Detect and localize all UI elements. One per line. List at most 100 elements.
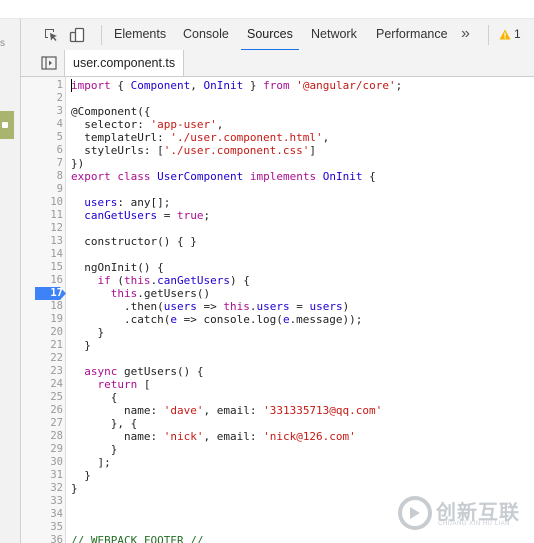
navigator-toggle-icon[interactable] — [41, 56, 57, 70]
code-text: }, { — [71, 417, 138, 430]
code-text: if (this.canGetUsers) { — [97, 274, 250, 287]
code-text: async getUsers() { — [84, 365, 204, 378]
line-number[interactable]: 16 — [21, 274, 63, 287]
device-toolbar-icon[interactable] — [69, 27, 85, 43]
line-number[interactable]: 4 — [21, 118, 63, 131]
code-line: 6 styleUrls: ['./user.component.css'] — [21, 144, 534, 157]
code-line: 17 this.getUsers() — [21, 287, 534, 300]
line-number[interactable]: 14 — [21, 248, 63, 261]
code-line: 30 ]; — [21, 456, 534, 469]
line-number[interactable]: 5 — [21, 131, 63, 144]
line-number[interactable]: 32 — [21, 482, 63, 495]
line-number[interactable]: 35 — [21, 521, 63, 534]
code-editor[interactable]: 1 import { Component, OnInit } from '@ang… — [21, 77, 534, 543]
code-line: 11 canGetUsers = true; — [21, 209, 534, 222]
line-number[interactable]: 34 — [21, 508, 63, 521]
code-line: 28 name: 'nick', email: 'nick@126.com' — [21, 430, 534, 443]
code-line: 8 export class UserComponent implements O… — [21, 170, 534, 183]
tab-console[interactable]: Console — [183, 19, 229, 50]
line-number[interactable]: 19 — [21, 313, 63, 326]
line-number[interactable]: 31 — [21, 469, 63, 482]
line-number[interactable]: 11 — [21, 209, 63, 222]
code-text: } — [71, 482, 78, 495]
line-number[interactable]: 25 — [21, 391, 63, 404]
line-number[interactable]: 2 — [21, 92, 63, 105]
inspect-element-icon[interactable] — [43, 27, 59, 43]
code-text: templateUrl: './user.component.html', — [71, 131, 330, 144]
more-tabs-button[interactable]: » — [461, 19, 470, 50]
line-number[interactable]: 20 — [21, 326, 63, 339]
line-number[interactable]: 17 — [21, 287, 63, 300]
line-number[interactable]: 29 — [21, 443, 63, 456]
line-number[interactable]: 7 — [21, 157, 63, 170]
text-cursor — [71, 79, 72, 92]
line-number[interactable]: 9 — [21, 183, 63, 196]
line-number[interactable]: 33 — [21, 495, 63, 508]
code-line: 12 — [21, 222, 534, 235]
code-line: 23 async getUsers() { — [21, 365, 534, 378]
line-number[interactable]: 12 — [21, 222, 63, 235]
line-number[interactable]: 18 — [21, 300, 63, 313]
page-left-text: s — [0, 38, 5, 49]
code-line: 26 name: 'dave', email: '331335713@qq.co… — [21, 404, 534, 417]
line-number[interactable]: 26 — [21, 404, 63, 417]
code-line: 15 ngOnInit() { — [21, 261, 534, 274]
code-line: 22 — [21, 352, 534, 365]
devtools-tabbar: Elements Console Sources Network Perform… — [21, 19, 534, 51]
code-text: } — [71, 443, 118, 456]
code-line: 9 — [21, 183, 534, 196]
code-line: 14 — [21, 248, 534, 261]
watermark-subtitle: CHUANG XIN HU LIAN — [438, 521, 511, 527]
line-number[interactable]: 24 — [21, 378, 63, 391]
code-text: ]; — [71, 456, 111, 469]
code-text: } — [71, 339, 91, 352]
editor-tabbar: user.component.ts — [21, 50, 534, 77]
code-text: export class UserComponent implements On… — [71, 170, 376, 183]
code-line: 36 // WEBPACK FOOTER // — [21, 534, 534, 543]
code-text: }) — [71, 157, 85, 170]
watermark-logo-icon — [398, 496, 432, 530]
line-number[interactable]: 15 — [21, 261, 63, 274]
tab-sources[interactable]: Sources — [241, 19, 299, 51]
code-text: name: 'dave', email: '331335713@qq.com' — [71, 404, 383, 417]
page-green-button[interactable] — [0, 111, 14, 139]
watermark: 创新互联 CHUANG XIN HU LIAN — [398, 494, 534, 534]
line-number[interactable]: 6 — [21, 144, 63, 157]
code-text: { — [71, 391, 118, 404]
line-number[interactable]: 28 — [21, 430, 63, 443]
line-number[interactable]: 8 — [21, 170, 63, 183]
code-line: 3 @Component({ — [21, 105, 534, 118]
devtools-panel: Elements Console Sources Network Perform… — [21, 19, 534, 543]
code-text: @Component({ — [71, 105, 151, 118]
code-line: 4 selector: 'app-user', — [21, 118, 534, 131]
code-text: constructor() { } — [71, 235, 197, 248]
line-number[interactable]: 21 — [21, 339, 63, 352]
code-line: 31 } — [21, 469, 534, 482]
line-number[interactable]: 22 — [21, 352, 63, 365]
code-text: selector: 'app-user', — [71, 118, 224, 131]
line-number[interactable]: 1 — [21, 79, 63, 92]
code-text: name: 'nick', email: 'nick@126.com' — [71, 430, 356, 443]
line-number[interactable]: 3 — [21, 105, 63, 118]
line-number[interactable]: 13 — [21, 235, 63, 248]
line-number[interactable]: 23 — [21, 365, 63, 378]
code-text: // WEBPACK FOOTER // — [71, 534, 204, 543]
tab-performance[interactable]: Performance — [376, 19, 448, 50]
code-line: 13 constructor() { } — [21, 235, 534, 248]
line-number[interactable]: 30 — [21, 456, 63, 469]
line-number[interactable]: 36 — [21, 534, 63, 543]
line-number[interactable]: 10 — [21, 196, 63, 209]
line-number[interactable]: 27 — [21, 417, 63, 430]
warning-icon — [499, 29, 511, 40]
tab-elements[interactable]: Elements — [114, 19, 166, 50]
warnings-count: 1 — [514, 27, 521, 41]
code-line: 2 — [21, 92, 534, 105]
code-text: this.getUsers() — [110, 287, 211, 300]
file-tab-user-component[interactable]: user.component.ts — [65, 50, 184, 76]
code-line: 10 users: any[]; — [21, 196, 534, 209]
file-tab-label: user.component.ts — [73, 56, 176, 70]
tab-network[interactable]: Network — [311, 19, 357, 50]
toolbar-divider — [101, 25, 102, 45]
code-text: styleUrls: ['./user.component.css'] — [71, 144, 317, 157]
page-left-area: s — [0, 19, 21, 543]
